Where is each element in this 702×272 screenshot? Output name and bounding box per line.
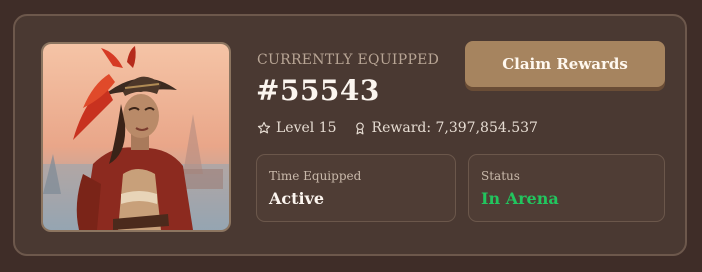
star-outline-icon (257, 121, 271, 134)
equipped-card: CURRENTLY EQUIPPED #55543 Level 15 Rewar… (13, 14, 687, 256)
award-ribbon-icon (355, 122, 364, 135)
level-info: Level 15 (257, 120, 337, 136)
status-value: In Arena (481, 189, 559, 208)
time-equipped-label: Time Equipped (269, 169, 362, 183)
time-equipped-value: Active (269, 189, 325, 208)
character-portrait (41, 42, 231, 232)
asset-id: #55543 (256, 74, 380, 107)
reward-info: Reward: 7,397,854.537 (353, 120, 538, 136)
time-equipped-panel: Time Equipped Active (256, 154, 456, 222)
currently-equipped-label: CURRENTLY EQUIPPED (257, 52, 440, 68)
asset-meta: Level 15 Reward: 7,397,854.537 (257, 120, 538, 136)
reward-text: Reward: 7,397,854.537 (371, 120, 538, 136)
status-label: Status (481, 169, 520, 183)
level-text: Level 15 (276, 120, 337, 136)
status-panel: Status In Arena (468, 154, 665, 222)
claim-rewards-button[interactable]: Claim Rewards (465, 41, 665, 87)
